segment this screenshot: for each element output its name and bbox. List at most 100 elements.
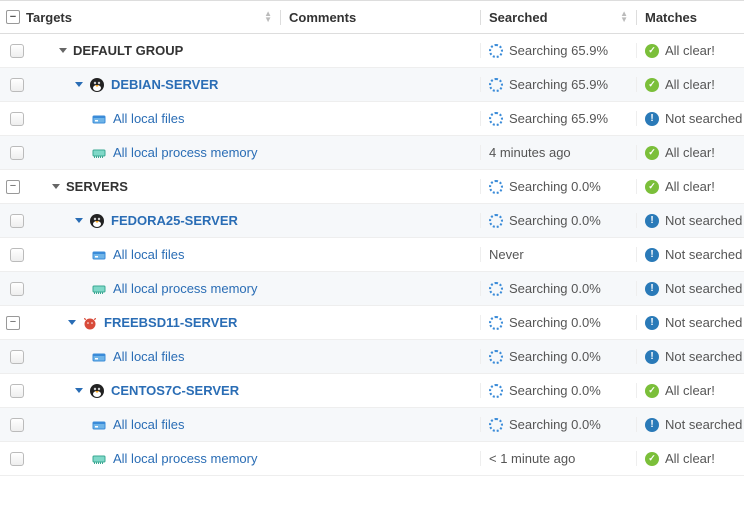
expand-caret[interactable] <box>75 388 83 393</box>
host-link[interactable]: FEDORA25-SERVER <box>111 213 238 228</box>
spinner-icon <box>489 350 503 364</box>
col-header-targets[interactable]: Targets <box>26 10 72 25</box>
expand-caret[interactable] <box>75 218 83 223</box>
expand-caret[interactable] <box>52 184 60 189</box>
collapse-all-toggle[interactable]: − <box>6 10 20 24</box>
table-row: All local process memory 4 minutes ago ✓… <box>0 136 744 170</box>
row-checkbox[interactable] <box>10 146 24 160</box>
searched-text: Searching 0.0% <box>509 179 601 194</box>
spinner-icon <box>489 180 503 194</box>
row-checkbox[interactable] <box>10 44 24 58</box>
match-text: Not searched <box>665 111 742 126</box>
target-link[interactable]: All local files <box>113 247 185 262</box>
spinner-icon <box>489 418 503 432</box>
table-row: DEBIAN-SERVER Searching 65.9% ✓ All clear… <box>0 68 744 102</box>
group-label[interactable]: DEFAULT GROUP <box>73 43 183 58</box>
linux-icon <box>89 77 105 93</box>
memory-icon <box>91 145 107 161</box>
target-link[interactable]: All local process memory <box>113 451 258 466</box>
row-checkbox[interactable] <box>10 350 24 364</box>
host-link[interactable]: FREEBSD11-SERVER <box>104 315 237 330</box>
check-icon: ✓ <box>645 384 659 398</box>
info-icon: ! <box>645 282 659 296</box>
check-icon: ✓ <box>645 44 659 58</box>
row-checkbox[interactable] <box>10 214 24 228</box>
spinner-icon <box>489 112 503 126</box>
searched-text: Searching 65.9% <box>509 77 608 92</box>
target-link[interactable]: All local files <box>113 111 185 126</box>
linux-icon <box>89 383 105 399</box>
row-checkbox[interactable] <box>10 282 24 296</box>
collapse-toggle[interactable]: − <box>6 316 20 330</box>
collapse-toggle[interactable]: − <box>6 180 20 194</box>
match-text: Not searched <box>665 247 742 262</box>
target-link[interactable]: All local files <box>113 417 185 432</box>
searched-text: Never <box>489 247 524 262</box>
searched-text: Searching 0.0% <box>509 417 601 432</box>
match-text: All clear! <box>665 77 715 92</box>
info-icon: ! <box>645 214 659 228</box>
row-checkbox[interactable] <box>10 418 24 432</box>
target-link[interactable]: All local files <box>113 349 185 364</box>
col-header-matches[interactable]: Matches <box>645 10 697 25</box>
info-icon: ! <box>645 248 659 262</box>
searched-text: Searching 65.9% <box>509 111 608 126</box>
expand-caret[interactable] <box>75 82 83 87</box>
spinner-icon <box>489 44 503 58</box>
target-link[interactable]: All local process memory <box>113 281 258 296</box>
match-text: Not searched <box>665 417 742 432</box>
check-icon: ✓ <box>645 146 659 160</box>
host-link[interactable]: DEBIAN-SERVER <box>111 77 218 92</box>
expand-caret[interactable] <box>68 320 76 325</box>
match-text: Not searched <box>665 281 742 296</box>
spinner-icon <box>489 384 503 398</box>
match-text: Not searched <box>665 315 742 330</box>
table-row: − SERVERS Searching 0.0% ✓All clear! <box>0 170 744 204</box>
match-text: All clear! <box>665 145 715 160</box>
spinner-icon <box>489 214 503 228</box>
row-checkbox[interactable] <box>10 384 24 398</box>
targets-table: − Targets ▲▼ Comments Searched ▲▼ Matche… <box>0 0 744 476</box>
host-link[interactable]: CENTOS7C-SERVER <box>111 383 239 398</box>
table-row: All local files Searching 0.0% !Not sear… <box>0 340 744 374</box>
searched-text: Searching 0.0% <box>509 383 601 398</box>
match-text: Not searched <box>665 213 742 228</box>
info-icon: ! <box>645 316 659 330</box>
table-row: FEDORA25-SERVER Searching 0.0% !Not sear… <box>0 204 744 238</box>
spinner-icon <box>489 316 503 330</box>
searched-text: Searching 0.0% <box>509 349 601 364</box>
col-header-searched[interactable]: Searched <box>489 10 548 25</box>
disk-icon <box>91 417 107 433</box>
info-icon: ! <box>645 418 659 432</box>
table-header: − Targets ▲▼ Comments Searched ▲▼ Matche… <box>0 0 744 34</box>
expand-caret[interactable] <box>59 48 67 53</box>
check-icon: ✓ <box>645 78 659 92</box>
match-text: All clear! <box>665 179 715 194</box>
table-row: All local files Never ! Not searched <box>0 238 744 272</box>
searched-text: 4 minutes ago <box>489 145 571 160</box>
match-text: All clear! <box>665 43 715 58</box>
row-checkbox[interactable] <box>10 112 24 126</box>
spinner-icon <box>489 282 503 296</box>
searched-text: Searching 0.0% <box>509 281 601 296</box>
table-row: − FREEBSD11-SERVER Searching 0.0% !Not s… <box>0 306 744 340</box>
row-checkbox[interactable] <box>10 78 24 92</box>
row-checkbox[interactable] <box>10 248 24 262</box>
group-label[interactable]: SERVERS <box>66 179 128 194</box>
info-icon: ! <box>645 112 659 126</box>
target-link[interactable]: All local process memory <box>113 145 258 160</box>
check-icon: ✓ <box>645 452 659 466</box>
sort-icon[interactable]: ▲▼ <box>620 11 628 23</box>
searched-text: Searching 65.9% <box>509 43 608 58</box>
sort-icon[interactable]: ▲▼ <box>264 11 272 23</box>
info-icon: ! <box>645 350 659 364</box>
table-row: All local process memory Searching 0.0% … <box>0 272 744 306</box>
searched-text: < 1 minute ago <box>489 451 575 466</box>
col-header-comments[interactable]: Comments <box>289 10 356 25</box>
freebsd-icon <box>82 315 98 331</box>
table-row: DEFAULT GROUP Searching 65.9% ✓ All clear… <box>0 34 744 68</box>
table-row: All local process memory < 1 minute ago … <box>0 442 744 476</box>
row-checkbox[interactable] <box>10 452 24 466</box>
memory-icon <box>91 451 107 467</box>
match-text: All clear! <box>665 383 715 398</box>
